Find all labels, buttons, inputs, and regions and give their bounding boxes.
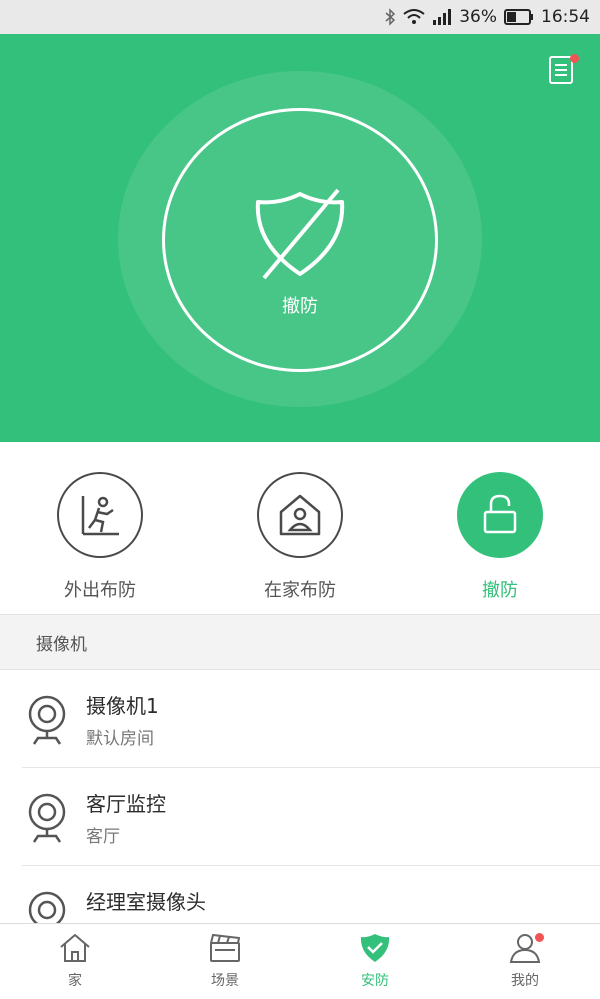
section-title: 摄像机 (36, 634, 87, 655)
mode-disarm[interactable]: 撤防 (410, 472, 590, 602)
signal-icon (433, 9, 452, 25)
camera-name: 摄像机1 (86, 694, 159, 718)
camera-icon (28, 695, 66, 745)
camera-item[interactable]: 客厅监控 客厅 (0, 768, 600, 866)
camera-name: 经理室摄像头 (86, 890, 206, 914)
tab-profile[interactable]: 我的 (450, 932, 600, 990)
hero-state-label: 撤防 (282, 296, 318, 317)
shield-off-icon (255, 188, 345, 280)
camera-name: 客厅监控 (86, 792, 166, 816)
status-bar: 36% 16:54 (0, 0, 600, 34)
profile-notification-dot (535, 933, 544, 942)
mode-home-label: 在家布防 (264, 580, 336, 601)
log-icon[interactable] (546, 52, 580, 86)
mode-away-label: 外出布防 (64, 580, 136, 601)
battery-percent: 36% (459, 7, 497, 27)
mode-away[interactable]: 外出布防 (10, 472, 190, 602)
clock: 16:54 (541, 7, 590, 27)
tab-scenes[interactable]: 场景 (150, 932, 300, 990)
tab-profile-label: 我的 (511, 973, 539, 989)
shield-check-icon (360, 934, 390, 962)
mode-disarm-button[interactable] (457, 472, 543, 558)
house-person-icon (279, 494, 321, 536)
home-icon (60, 934, 90, 962)
wifi-icon (403, 9, 425, 24)
notification-dot (570, 54, 579, 63)
tab-security[interactable]: 安防 (300, 932, 450, 990)
tab-scenes-label: 场景 (211, 973, 239, 989)
camera-icon (28, 793, 66, 843)
tab-security-label: 安防 (361, 973, 389, 989)
battery-icon (504, 9, 534, 25)
mode-away-button[interactable] (57, 472, 143, 558)
security-hero: 撤防 (0, 34, 600, 442)
arm-modes: 外出布防 在家布防 撤防 (0, 442, 600, 614)
unlock-icon (483, 494, 517, 534)
bottom-tab-bar: 家 场景 安防 我的 (0, 923, 600, 999)
bluetooth-icon (385, 8, 396, 26)
clapper-icon (210, 933, 241, 962)
running-person-icon (81, 496, 119, 536)
camera-section-header: 摄像机 (0, 614, 600, 670)
tab-home[interactable]: 家 (0, 932, 150, 990)
camera-room: 客厅 (86, 827, 120, 847)
mode-home-button[interactable] (257, 472, 343, 558)
mode-disarm-label: 撤防 (482, 580, 518, 601)
camera-item[interactable]: 摄像机1 默认房间 (0, 670, 600, 768)
camera-room: 默认房间 (86, 729, 154, 749)
tab-home-label: 家 (68, 973, 82, 989)
mode-home[interactable]: 在家布防 (210, 472, 390, 602)
